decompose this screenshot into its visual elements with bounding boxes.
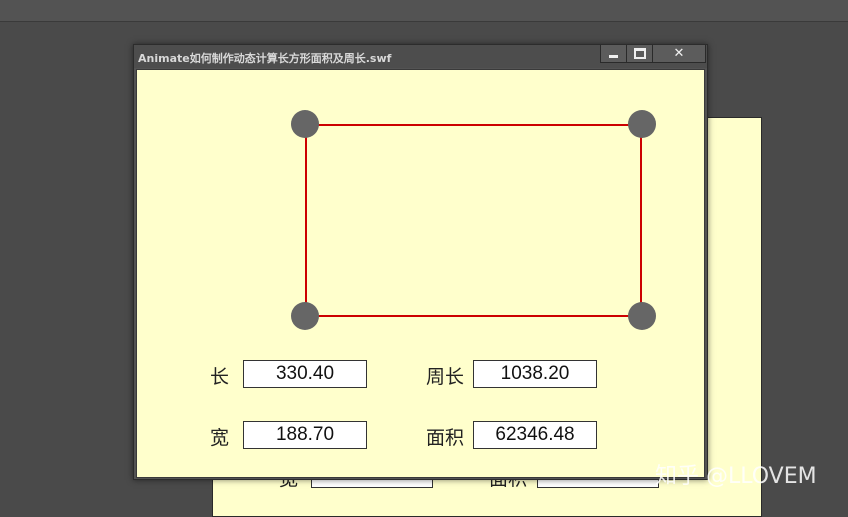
window-controls: ✕: [600, 45, 706, 63]
close-button[interactable]: ✕: [653, 45, 705, 62]
minimize-button[interactable]: [601, 45, 627, 62]
swf-stage: 长 330.40 周长 1038.20 宽 188.70 面积 62346.48: [136, 69, 705, 478]
handle-top-left[interactable]: [291, 110, 319, 138]
rectangle-shape: [305, 124, 642, 317]
close-icon: ✕: [673, 46, 685, 61]
area-label: 面积: [426, 427, 465, 449]
area-value-field[interactable]: 62346.48: [473, 421, 597, 449]
perimeter-label: 周长: [426, 366, 465, 388]
window-titlebar[interactable]: Animate如何制作动态计算长方形面积及周长.swf ✕: [134, 45, 707, 68]
perimeter-value-field[interactable]: 1038.20: [473, 360, 597, 388]
minimize-icon: [609, 55, 618, 58]
top-toolbar-strip: [0, 0, 848, 22]
maximize-icon: [633, 48, 646, 59]
length-label: 长: [210, 366, 230, 388]
width-label: 宽: [210, 427, 230, 449]
swf-player-window: Animate如何制作动态计算长方形面积及周长.swf ✕ 长 330.40 周…: [133, 44, 708, 480]
handle-bottom-left[interactable]: [291, 302, 319, 330]
handle-top-right[interactable]: [628, 110, 656, 138]
window-title: Animate如何制作动态计算长方形面积及周长.swf: [138, 52, 392, 65]
width-value-field[interactable]: 188.70: [243, 421, 367, 449]
maximize-button[interactable]: [627, 45, 653, 62]
handle-bottom-right[interactable]: [628, 302, 656, 330]
watermark-text: 知乎 @LLOVEM: [655, 464, 817, 489]
length-value-field[interactable]: 330.40: [243, 360, 367, 388]
